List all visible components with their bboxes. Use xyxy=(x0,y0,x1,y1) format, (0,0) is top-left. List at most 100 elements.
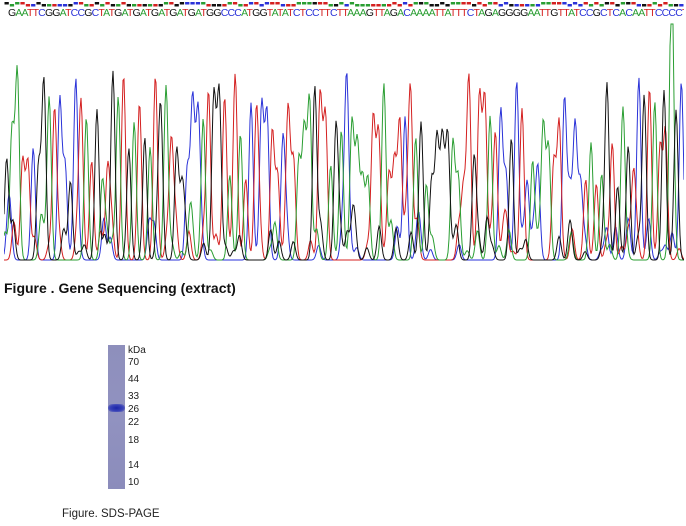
quality-bar xyxy=(121,2,126,5)
sequence-text: GAATTCGGATCCGCTATGATGATGATGATGATGGCCCATG… xyxy=(8,7,684,19)
marker-label: 44 xyxy=(128,374,140,385)
quality-bar xyxy=(456,2,461,5)
quality-bar xyxy=(493,2,498,5)
base-letter: G xyxy=(169,7,177,19)
quality-bar xyxy=(73,2,78,5)
quality-bar xyxy=(477,2,482,5)
quality-bar xyxy=(105,2,110,5)
base-letter: C xyxy=(654,7,663,19)
base-letter: G xyxy=(132,7,141,19)
quality-bar xyxy=(36,2,41,5)
quality-bar xyxy=(302,2,307,5)
base-letter: G xyxy=(592,7,601,19)
quality-bar xyxy=(583,2,588,5)
quality-bar xyxy=(503,2,509,5)
base-letter: T xyxy=(682,7,684,19)
base-letter: G xyxy=(213,7,221,19)
base-letter: G xyxy=(505,7,513,19)
quality-bar xyxy=(551,2,556,5)
quality-bar xyxy=(541,2,546,5)
quality-bar xyxy=(270,2,275,5)
marker-unit-label: kDa xyxy=(128,345,146,356)
quality-bar xyxy=(610,2,615,5)
base-letter: G xyxy=(512,7,521,19)
quality-bar xyxy=(185,2,190,5)
quality-bar xyxy=(248,2,254,5)
quality-bar xyxy=(466,2,471,5)
quality-bar xyxy=(604,2,610,5)
base-letter: C xyxy=(330,7,338,19)
marker-label: 10 xyxy=(128,477,140,488)
quality-bar xyxy=(323,2,328,5)
chromatogram-traces xyxy=(4,23,684,261)
base-letter: C xyxy=(585,7,594,19)
marker-label: 14 xyxy=(128,460,140,471)
quality-bar xyxy=(652,2,657,5)
marker-label: 26 xyxy=(128,404,140,415)
base-letter: C xyxy=(312,7,320,19)
quality-bar xyxy=(307,2,312,5)
quality-bar xyxy=(620,2,626,5)
quality-bar xyxy=(232,2,238,5)
marker-label: 33 xyxy=(128,391,140,402)
figure-caption-sequencing: Figure . Gene Sequencing (extract) xyxy=(4,280,236,296)
base-letter: G xyxy=(187,7,196,19)
base-letter: C xyxy=(675,7,683,19)
quality-bar xyxy=(418,2,424,5)
base-letter: C xyxy=(579,7,587,19)
base-letter: G xyxy=(52,7,60,19)
marker-label: 18 xyxy=(128,435,140,446)
quality-bar xyxy=(626,2,631,5)
quality-bar xyxy=(339,2,344,5)
quality-bar xyxy=(169,2,174,5)
quality-bar xyxy=(594,2,599,5)
quality-bar xyxy=(227,2,232,5)
quality-bar xyxy=(392,2,397,5)
quality-bar xyxy=(450,2,456,5)
quality-bar xyxy=(94,2,100,5)
quality-bar xyxy=(631,2,636,5)
quality-bar xyxy=(349,2,355,5)
quality-bar xyxy=(663,2,668,5)
base-letter: G xyxy=(550,7,558,19)
figure-caption-sds-page: Figure. SDS-PAGE xyxy=(62,508,160,520)
marker-label: 22 xyxy=(128,417,140,428)
base-letter: G xyxy=(484,7,492,19)
quality-bar xyxy=(402,2,408,5)
quality-bar xyxy=(413,2,418,5)
sds-page-gel-lane xyxy=(108,345,125,489)
quality-bar xyxy=(195,2,201,5)
base-letter: C xyxy=(220,7,229,19)
quality-bar xyxy=(296,2,301,5)
quality-bar xyxy=(20,2,25,5)
quality-bar xyxy=(312,2,317,5)
quality-bar xyxy=(572,2,578,5)
base-letter: G xyxy=(259,7,267,19)
quality-bar xyxy=(461,2,466,5)
quality-bar xyxy=(163,2,169,5)
base-letter: G xyxy=(84,7,92,19)
quality-bar xyxy=(487,2,493,5)
base-letter: C xyxy=(599,7,608,19)
quality-bar xyxy=(78,2,84,5)
base-letter: C xyxy=(38,7,46,19)
quality-bar xyxy=(254,2,259,5)
quality-bar xyxy=(201,2,206,5)
quality-bar xyxy=(275,2,280,5)
base-letter: G xyxy=(114,7,122,19)
base-letter: G xyxy=(389,7,398,19)
quality-bar xyxy=(557,2,562,5)
quality-bar xyxy=(4,2,9,5)
marker-label: 70 xyxy=(128,357,140,368)
quality-bar xyxy=(317,2,323,5)
quality-bar xyxy=(264,2,270,5)
quality-bar xyxy=(562,2,567,5)
quality-bar xyxy=(190,2,195,5)
quality-bar xyxy=(179,2,185,5)
quality-bar xyxy=(15,2,20,5)
quality-bar xyxy=(440,2,445,5)
sequencing-panel: GAATTCGGATCCGCTATGATGATGATGATGATGGCCCATG… xyxy=(4,2,684,264)
base-letter: C xyxy=(305,7,313,19)
marker-labels: kDa 70 44 33 26 22 18 14 10 xyxy=(128,345,168,495)
quality-bar xyxy=(424,2,429,5)
